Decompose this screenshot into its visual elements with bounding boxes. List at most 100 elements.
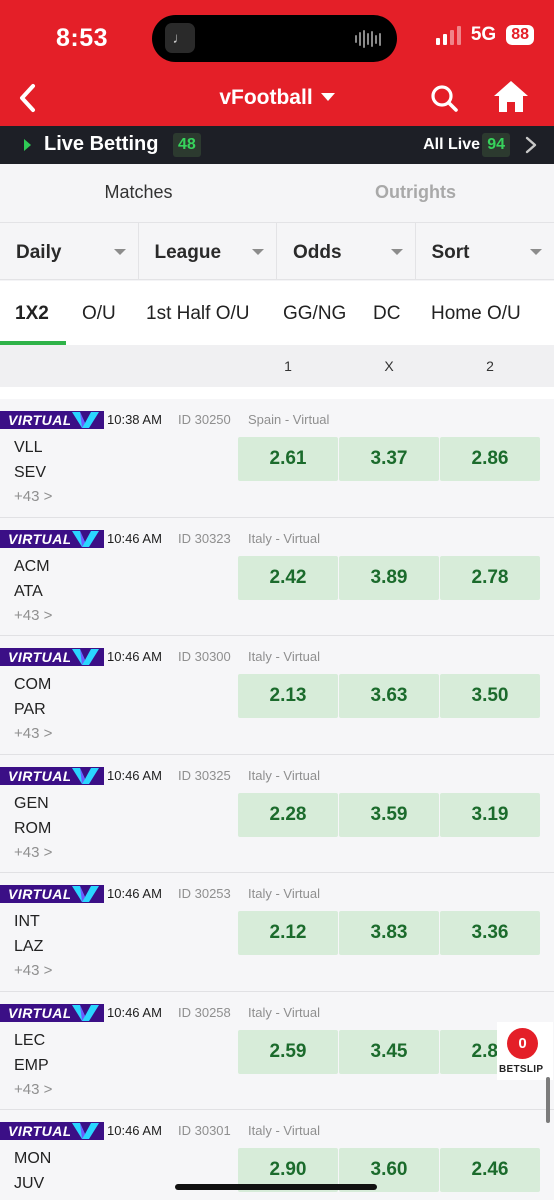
tab-home-over-under[interactable]: Home O/U	[431, 303, 521, 325]
match-id: ID 30300	[178, 649, 231, 664]
match-row[interactable]: VIRTUAL 10:38 AM ID 30250 Spain - Virtual VL…	[0, 399, 554, 518]
match-list: VIRTUAL 10:38 AM ID 30250 Spain - Virtual VL…	[0, 399, 554, 1200]
match-row[interactable]: VIRTUAL 10:46 AM ID 30253 Italy - Virtual IN…	[0, 873, 554, 992]
odds-away-button[interactable]: 3.19	[440, 792, 540, 837]
music-app-icon: ♩	[165, 23, 195, 53]
match-id: ID 30258	[178, 1004, 231, 1020]
odds-draw-button[interactable]: 3.83	[339, 911, 439, 955]
tab-first-half-over-under[interactable]: 1st Half O/U	[146, 303, 249, 325]
odds-home-button[interactable]: 2.59	[238, 1029, 338, 1074]
virtual-v-logo-icon	[70, 885, 104, 903]
virtual-v-logo-icon	[70, 766, 104, 785]
match-time: 10:46 AM	[107, 767, 162, 783]
match-time: 10:38 AM	[107, 412, 162, 427]
all-live-link[interactable]: All Live	[423, 136, 480, 154]
filter-odds[interactable]: Odds	[277, 223, 416, 280]
column-home: 1	[284, 358, 292, 374]
more-markets-link[interactable]: +43 >	[14, 607, 52, 624]
chevron-right-icon[interactable]	[524, 136, 538, 154]
filter-label: Sort	[431, 242, 470, 263]
more-markets-link[interactable]: +43 >	[14, 488, 52, 505]
search-icon[interactable]	[428, 80, 460, 116]
home-team: COM	[14, 676, 52, 693]
status-time: 8:53	[56, 24, 109, 52]
filter-sort[interactable]: Sort	[416, 223, 554, 280]
page-title: vFootball	[219, 86, 313, 109]
match-row[interactable]: VIRTUAL 10:46 AM ID 30325 Italy - Virtual GE…	[0, 754, 554, 873]
virtual-badge: VIRTUAL	[0, 411, 104, 429]
tab-1x2[interactable]: 1X2	[15, 303, 49, 325]
home-team: LEC	[14, 1031, 46, 1049]
list-spacer	[0, 387, 554, 399]
tab-matches[interactable]: Matches	[0, 182, 277, 203]
dropdown-arrow-icon	[530, 249, 542, 255]
home-team: GEN	[14, 794, 49, 812]
column-draw: X	[384, 358, 394, 374]
odds-away-button[interactable]: 2.46	[440, 1148, 540, 1192]
virtual-v-logo-icon	[70, 1003, 104, 1022]
match-row[interactable]: VIRTUAL 10:46 AM ID 30258 Italy - Virtual LE…	[0, 991, 554, 1110]
home-team: INT	[14, 913, 40, 930]
match-row[interactable]: VIRTUAL 10:46 AM ID 30300 Italy - Virtual CO…	[0, 636, 554, 755]
virtual-badge-label: VIRTUAL	[0, 411, 78, 429]
virtual-badge-label: VIRTUAL	[0, 529, 78, 548]
nav-row: vFootball	[0, 72, 554, 124]
live-betting-bar[interactable]: Live Betting 48 All Live 94	[0, 126, 554, 164]
match-id: ID 30323	[178, 530, 231, 546]
dropdown-arrow-icon	[390, 249, 403, 255]
more-markets-link[interactable]: +43 >	[14, 962, 52, 979]
virtual-badge-label: VIRTUAL	[0, 1003, 78, 1022]
odds-draw-button[interactable]: 3.59	[339, 792, 439, 837]
odds-home-button[interactable]: 2.28	[238, 792, 338, 837]
filter-bar: Daily League Odds Sort	[0, 222, 554, 280]
filter-daily[interactable]: Daily	[0, 223, 139, 280]
more-markets-link[interactable]: +43 >	[14, 1081, 52, 1098]
play-arrow-icon	[24, 139, 31, 151]
more-markets-link[interactable]: +43 >	[14, 725, 52, 742]
virtual-badge-label: VIRTUAL	[0, 766, 78, 785]
odds-home-button[interactable]: 2.13	[238, 674, 338, 718]
top-header: 8:53 ♩ 5G 88 vFootball	[0, 0, 554, 126]
filter-label: League	[154, 242, 222, 263]
match-time: 10:46 AM	[107, 1004, 162, 1020]
betslip-button[interactable]: 0 BETSLIP	[497, 1022, 553, 1080]
odds-away-button[interactable]: 3.50	[440, 674, 540, 718]
virtual-v-logo-icon	[70, 1122, 104, 1140]
match-id: ID 30253	[178, 886, 231, 901]
odds-home-button[interactable]: 2.42	[238, 555, 338, 600]
home-team: ACM	[14, 557, 50, 575]
tab-over-under[interactable]: O/U	[82, 303, 116, 325]
virtual-badge-label: VIRTUAL	[0, 885, 78, 903]
match-league: Italy - Virtual	[248, 649, 321, 664]
virtual-badge-label: VIRTUAL	[0, 648, 78, 666]
tab-double-chance[interactable]: DC	[373, 303, 400, 325]
tab-outrights[interactable]: Outrights	[277, 182, 554, 203]
home-indicator[interactable]	[175, 1184, 377, 1190]
away-team: PAR	[14, 701, 46, 718]
virtual-badge: VIRTUAL	[0, 529, 104, 548]
match-league: Spain - Virtual	[248, 412, 330, 427]
odds-draw-button[interactable]: 3.37	[339, 437, 439, 481]
odds-away-button[interactable]: 2.86	[440, 437, 540, 481]
battery-level: 88	[506, 25, 534, 45]
virtual-badge: VIRTUAL	[0, 1003, 104, 1022]
odds-draw-button[interactable]: 3.89	[339, 555, 439, 600]
home-icon[interactable]	[491, 77, 531, 117]
virtual-badge: VIRTUAL	[0, 766, 104, 785]
odds-away-button[interactable]: 3.36	[440, 911, 540, 955]
match-league: Italy - Virtual	[248, 886, 321, 901]
odds-home-button[interactable]: 2.61	[238, 437, 338, 481]
filter-league[interactable]: League	[139, 223, 277, 280]
market-tabs: 1X2 O/U 1st Half O/U GG/NG DC Home O/U	[0, 281, 554, 345]
odds-home-button[interactable]: 2.12	[238, 911, 338, 955]
odds-away-button[interactable]: 2.78	[440, 555, 540, 600]
more-markets-link[interactable]: +43 >	[14, 844, 52, 861]
match-league: Italy - Virtual	[248, 767, 321, 783]
match-row[interactable]: VIRTUAL 10:46 AM ID 30323 Italy - Virtual AC…	[0, 517, 554, 636]
sport-selector[interactable]: vFootball	[0, 86, 554, 110]
odds-draw-button[interactable]: 3.45	[339, 1029, 439, 1074]
odds-draw-button[interactable]: 3.63	[339, 674, 439, 718]
tab-gg-ng[interactable]: GG/NG	[283, 303, 346, 325]
scrollbar[interactable]	[546, 1077, 550, 1123]
match-time: 10:46 AM	[107, 530, 162, 546]
